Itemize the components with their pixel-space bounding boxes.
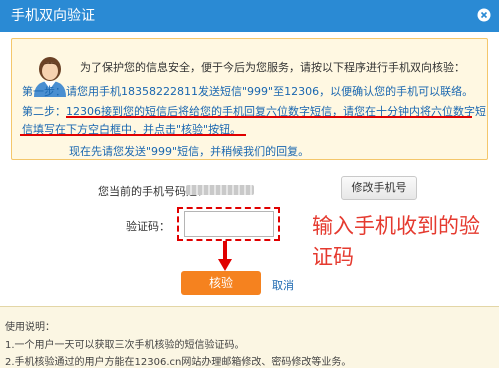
- modify-phone-button[interactable]: 修改手机号: [341, 176, 417, 200]
- underline-annotation: [20, 134, 246, 136]
- down-arrow-icon: [218, 241, 232, 271]
- usage-line-1: 1.一个用户一天可以获取三次手机核验的短信验证码。: [5, 340, 245, 351]
- usage-notes: 使用说明： 1.一个用户一天可以获取三次手机核验的短信验证码。 2.手机核验通过…: [0, 307, 499, 368]
- masked-phone-number: [186, 185, 254, 195]
- step-3-text: 现在先请您发送"999"短信，并稍候我们的回复。: [69, 145, 310, 158]
- dialog-title: 手机双向验证: [11, 8, 95, 24]
- cancel-link[interactable]: 取消: [272, 277, 294, 293]
- usage-heading: 使用说明：: [5, 322, 55, 333]
- close-icon[interactable]: [477, 8, 491, 22]
- verification-code-input[interactable]: [184, 211, 274, 237]
- usage-line-2: 2.手机核验通过的用户方能在12306.cn网站办理邮箱修改、密码修改等业务。: [5, 357, 352, 368]
- step-1-label: 第一步：: [22, 85, 66, 98]
- info-box: 为了保护您的信息安全，便于今后为您服务，请按以下程序进行手机双向核验： 第一步：…: [11, 38, 488, 160]
- step-2-label: 第二步：: [22, 105, 66, 118]
- intro-text: 为了保护您的信息安全，便于今后为您服务，请按以下程序进行手机双向核验：: [80, 61, 465, 74]
- annotation-hint: 输入手机收到的验证码: [312, 214, 480, 269]
- step-1-text: 请您用手机18358222811发送短信"999"至12306，以便确认您的手机…: [66, 85, 474, 98]
- underline-annotation: [66, 116, 472, 118]
- verify-button[interactable]: 核验: [181, 271, 261, 295]
- code-label: 验证码：: [126, 220, 170, 233]
- dialog-titlebar: 手机双向验证: [0, 0, 499, 32]
- step-1: 第一步：请您用手机18358222811发送短信"999"至12306，以便确认…: [22, 83, 473, 99]
